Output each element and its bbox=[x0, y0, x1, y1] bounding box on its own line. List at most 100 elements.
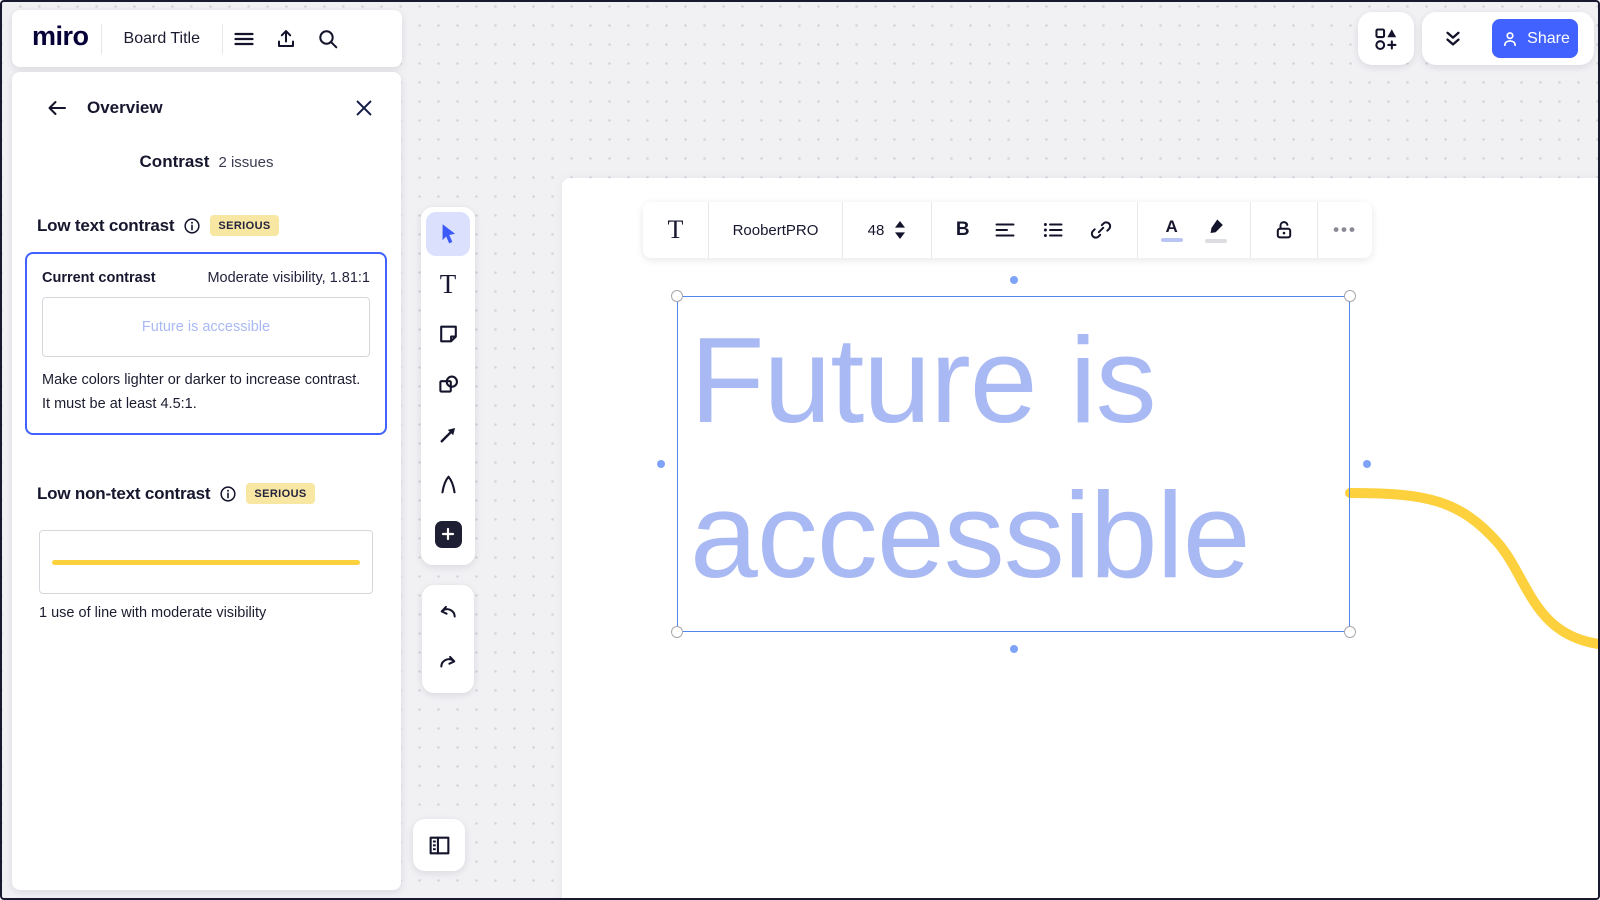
contrast-summary: Contrast 2 issues bbox=[12, 152, 401, 172]
share-group: Share bbox=[1422, 12, 1594, 65]
more-options-button[interactable]: ••• bbox=[1318, 202, 1372, 258]
miro-logo[interactable]: miro bbox=[26, 21, 101, 56]
shapes-tool[interactable] bbox=[426, 359, 470, 409]
lock-button[interactable] bbox=[1251, 202, 1318, 258]
creation-toolbar: T bbox=[421, 207, 475, 565]
board-title[interactable]: Board Title bbox=[102, 30, 222, 48]
share-label: Share bbox=[1527, 29, 1570, 47]
panel-title: Overview bbox=[87, 98, 163, 117]
undo-button[interactable] bbox=[426, 589, 470, 639]
share-button[interactable]: Share bbox=[1492, 19, 1578, 58]
search-icon bbox=[319, 29, 338, 48]
low-nontext-contrast-header: Low non-text contrast SERIOUS bbox=[37, 483, 315, 504]
connector-dot-bottom[interactable] bbox=[1009, 645, 1018, 653]
issues-count: 2 issues bbox=[218, 154, 274, 171]
redo-button[interactable] bbox=[426, 639, 470, 689]
severity-badge: SERIOUS bbox=[246, 483, 315, 504]
align-left-icon[interactable] bbox=[993, 218, 1017, 242]
text-style-icon: T bbox=[667, 215, 684, 244]
low-nontext-contrast-title: Low non-text contrast bbox=[37, 483, 211, 503]
font-size-control[interactable]: 48 bbox=[843, 202, 932, 258]
canvas-text-line1: Future is bbox=[690, 312, 1157, 448]
text-color-swatch bbox=[1160, 238, 1183, 242]
close-icon bbox=[356, 100, 372, 116]
highlighter-icon bbox=[1210, 218, 1224, 233]
link-icon[interactable] bbox=[1089, 218, 1113, 242]
contrast-issue-description: Make colors lighter or darker to increas… bbox=[42, 372, 361, 412]
contrast-ratio-value: Moderate visibility, 1.81:1 bbox=[207, 270, 370, 286]
collapse-toolbar-button[interactable] bbox=[1432, 18, 1474, 60]
text-tool-icon: T bbox=[439, 268, 457, 299]
sticky-note-tool[interactable] bbox=[426, 309, 470, 359]
canvas-text[interactable]: Future is accessible bbox=[678, 297, 1349, 613]
connector-tool[interactable] bbox=[426, 409, 470, 459]
text-color-letter: A bbox=[1165, 217, 1178, 236]
main-menu-button[interactable] bbox=[223, 18, 265, 60]
select-tool[interactable] bbox=[426, 212, 470, 256]
text-tool[interactable]: T bbox=[426, 259, 470, 309]
info-icon[interactable] bbox=[218, 484, 238, 504]
apps-icon bbox=[1375, 27, 1397, 50]
sticky-note-icon bbox=[439, 325, 457, 342]
more-tools-button[interactable] bbox=[426, 509, 470, 559]
contrast-preview-box: Future is accessible bbox=[42, 297, 370, 357]
color-tools-group: A bbox=[1138, 202, 1251, 258]
bold-button[interactable]: B bbox=[956, 219, 970, 241]
frames-panel-button[interactable] bbox=[413, 819, 465, 871]
ellipsis-icon: ••• bbox=[1333, 220, 1357, 239]
yellow-line-sample bbox=[52, 559, 360, 565]
font-family-value: RoobertPRO bbox=[732, 221, 819, 239]
text-contrast-issue-card[interactable]: Current contrast Moderate visibility, 1.… bbox=[25, 252, 387, 435]
redo-icon bbox=[440, 655, 456, 668]
current-contrast-row: Current contrast Moderate visibility, 1.… bbox=[27, 254, 385, 286]
menu-icon bbox=[234, 32, 254, 45]
connector-dot-top[interactable] bbox=[1009, 276, 1018, 284]
search-button[interactable] bbox=[307, 18, 349, 60]
unlock-icon bbox=[1276, 221, 1292, 239]
selected-text-element[interactable]: Future is accessible bbox=[657, 276, 1371, 653]
highlight-button[interactable] bbox=[1205, 218, 1228, 243]
line-contrast-preview-box[interactable] bbox=[39, 530, 373, 594]
panel-header: Overview bbox=[12, 72, 401, 144]
line-issue-caption: 1 use of line with moderate visibility bbox=[39, 605, 267, 621]
text-format-toolbar: T RoobertPRO 48 B A ••• bbox=[643, 202, 1372, 258]
double-chevron-down-icon bbox=[1446, 31, 1460, 46]
person-icon bbox=[1504, 31, 1517, 46]
text-format-group: B bbox=[932, 202, 1138, 258]
bullet-list-icon[interactable] bbox=[1041, 218, 1065, 242]
font-size-stepper-icon[interactable] bbox=[894, 219, 906, 241]
contrast-preview-text: Future is accessible bbox=[141, 319, 271, 335]
highlight-color-swatch bbox=[1205, 238, 1228, 243]
plus-icon bbox=[434, 520, 462, 548]
font-size-value: 48 bbox=[867, 221, 885, 239]
font-family-select[interactable]: RoobertPRO bbox=[709, 202, 843, 258]
back-button[interactable] bbox=[42, 93, 72, 123]
board-header: miro Board Title bbox=[12, 10, 402, 67]
export-button[interactable] bbox=[265, 18, 307, 60]
info-icon[interactable] bbox=[182, 216, 202, 236]
text-color-button[interactable]: A bbox=[1160, 217, 1183, 242]
low-text-contrast-header: Low text contrast SERIOUS bbox=[37, 215, 279, 236]
frames-icon bbox=[429, 836, 449, 854]
close-panel-button[interactable] bbox=[349, 93, 379, 123]
arrow-left-icon bbox=[48, 101, 66, 115]
accessibility-panel: Overview Contrast 2 issues Low text cont… bbox=[12, 72, 401, 890]
export-icon bbox=[278, 29, 294, 47]
resize-handle-top-right[interactable] bbox=[1344, 290, 1356, 302]
miro-board-screen: Future is accessible T RoobertPRO 48 B A… bbox=[0, 0, 1600, 900]
resize-handle-top-left[interactable] bbox=[671, 290, 683, 302]
pen-tool[interactable] bbox=[426, 459, 470, 509]
severity-badge: SERIOUS bbox=[210, 215, 279, 236]
canvas-text-line2: accessible bbox=[690, 467, 1251, 603]
cursor-icon bbox=[442, 224, 456, 244]
resize-handle-bottom-left[interactable] bbox=[671, 626, 683, 638]
apps-panel-button[interactable] bbox=[1358, 12, 1414, 65]
history-toolbar bbox=[422, 585, 474, 693]
low-text-contrast-title: Low text contrast bbox=[37, 215, 175, 235]
connector-dot-right[interactable] bbox=[1363, 460, 1371, 468]
text-style-button[interactable]: T bbox=[643, 202, 709, 258]
arrow-icon bbox=[440, 427, 455, 442]
pen-icon bbox=[440, 475, 456, 493]
connector-dot-left[interactable] bbox=[657, 460, 665, 468]
resize-handle-bottom-right[interactable] bbox=[1344, 626, 1356, 638]
